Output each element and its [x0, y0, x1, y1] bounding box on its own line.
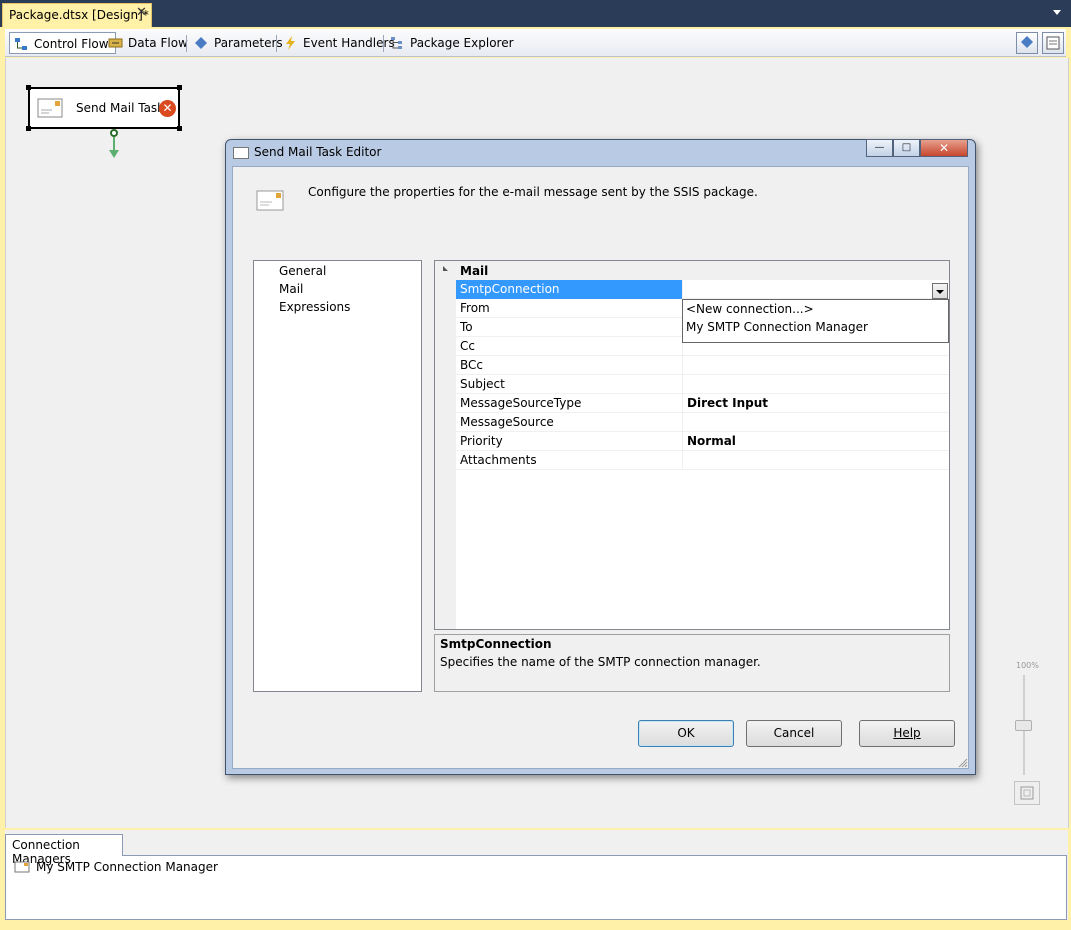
tab-list-dropdown-icon[interactable]: [1053, 10, 1061, 15]
close-tab-icon[interactable]: ✕: [136, 5, 147, 20]
property-row-priority[interactable]: Priority Normal: [456, 432, 949, 451]
collapse-arrow-icon[interactable]: [443, 266, 448, 271]
property-row-messagesource[interactable]: MessageSource: [456, 413, 949, 432]
precedence-constraint-connector[interactable]: [110, 129, 118, 137]
dialog-title: Send Mail Task Editor: [254, 145, 382, 159]
package-explorer-icon: [391, 37, 402, 49]
designer-tab-bar: Control Flow Data Flow Parameters Event …: [5, 29, 1066, 57]
event-handlers-icon: [286, 36, 295, 50]
close-button[interactable]: ✕: [920, 139, 968, 157]
zoom-to-fit-button[interactable]: [1014, 781, 1040, 805]
minimize-button[interactable]: —: [866, 139, 893, 157]
precedence-arrow-icon[interactable]: [109, 137, 119, 159]
zoom-fit-icon: [1020, 786, 1034, 800]
resize-handle[interactable]: [177, 85, 182, 90]
description-text: Specifies the name of the SMTP connectio…: [440, 655, 761, 669]
dialog-description: Configure the properties for the e-mail …: [308, 185, 758, 199]
ok-button[interactable]: OK: [638, 720, 734, 747]
document-tab-title: Package.dtsx [Design]*: [9, 8, 149, 22]
nav-item-expressions[interactable]: Expressions: [279, 300, 350, 314]
error-icon: ✕: [159, 100, 176, 117]
toolbar-ssis-toolbox-button[interactable]: [1042, 32, 1064, 54]
toolbar-variables-button[interactable]: [1016, 32, 1038, 54]
send-mail-task[interactable]: Send Mail Task ✕: [26, 85, 182, 131]
resize-handle[interactable]: [177, 126, 182, 131]
zoom-level-label: 100%: [1016, 661, 1039, 670]
nav-item-general[interactable]: General: [279, 264, 326, 278]
task-label: Send Mail Task: [76, 101, 165, 115]
property-row-subject[interactable]: Subject: [456, 375, 949, 394]
parameters-icon: [195, 37, 207, 49]
document-tab-package[interactable]: Package.dtsx [Design]*: [2, 3, 152, 27]
property-row-attachments[interactable]: Attachments: [456, 451, 949, 470]
ssis-toolbox-icon: [1046, 36, 1060, 50]
close-icon: ✕: [938, 141, 950, 155]
property-grid-margin: [435, 261, 456, 629]
document-tab-strip: [0, 0, 1071, 27]
smtp-connection-icon: [14, 861, 30, 873]
connection-manager-item[interactable]: My SMTP Connection Manager: [14, 860, 218, 874]
tab-data-flow[interactable]: Data Flow: [104, 32, 194, 54]
property-category-mail: Mail: [460, 264, 489, 278]
data-flow-icon: [108, 38, 123, 48]
control-flow-icon: [15, 38, 27, 50]
dropdown-option-new-connection[interactable]: <New connection...>: [686, 302, 814, 316]
dialog-mail-icon: [233, 147, 249, 159]
dropdown-option-my-smtp[interactable]: My SMTP Connection Manager: [686, 320, 868, 334]
maximize-icon: □: [901, 142, 912, 153]
tab-separator: [383, 35, 384, 52]
zoom-slider-thumb[interactable]: [1015, 720, 1032, 731]
help-button[interactable]: Help: [859, 720, 955, 747]
minimize-icon: —: [874, 142, 885, 153]
smtpconnection-dropdown-list[interactable]: <New connection...> My SMTP Connection M…: [682, 299, 949, 343]
property-row-bcc[interactable]: BCc: [456, 356, 949, 375]
resize-grip-icon[interactable]: [958, 758, 968, 768]
tab-separator: [276, 35, 277, 52]
mail-envelope-icon: [37, 98, 63, 118]
tab-package-explorer[interactable]: Package Explorer: [386, 32, 520, 54]
page-navigation-list[interactable]: [253, 260, 422, 692]
variables-icon: [1021, 36, 1033, 48]
resize-handle[interactable]: [26, 85, 31, 90]
tab-separator: [186, 35, 187, 52]
tab-parameters[interactable]: Parameters: [190, 32, 289, 54]
property-category-row[interactable]: [435, 261, 949, 280]
nav-item-mail[interactable]: Mail: [279, 282, 303, 296]
property-row-messagesourcetype[interactable]: MessageSourceType Direct Input: [456, 394, 949, 413]
property-row-smtpconnection[interactable]: SmtpConnection: [456, 280, 949, 299]
tab-control-flow[interactable]: Control Flow: [9, 32, 116, 54]
header-mail-icon: [256, 190, 284, 211]
description-title: SmtpConnection: [440, 637, 552, 651]
cancel-button[interactable]: Cancel: [746, 720, 842, 747]
smtpconnection-dropdown-button[interactable]: [932, 283, 948, 299]
resize-handle[interactable]: [26, 126, 31, 131]
maximize-button[interactable]: □: [893, 139, 920, 157]
tab-connection-managers[interactable]: Connection Managers: [5, 834, 123, 866]
